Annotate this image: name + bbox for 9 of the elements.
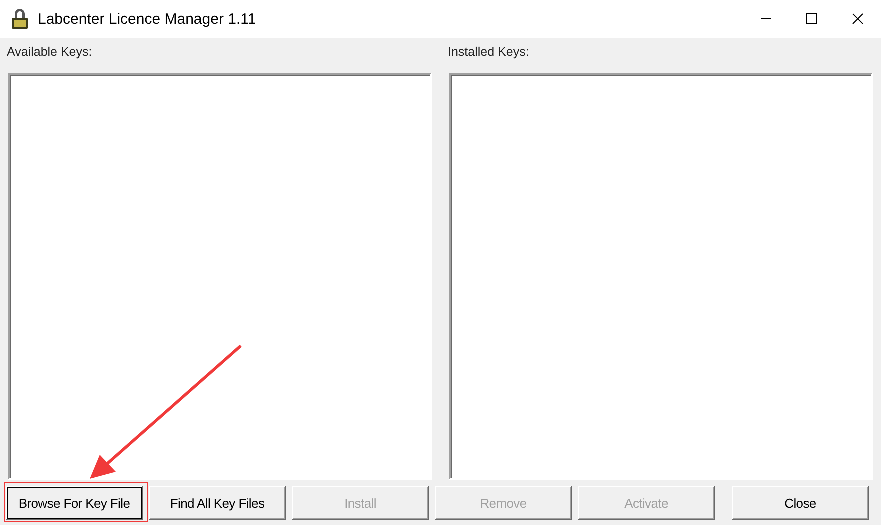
padlock-icon (10, 8, 30, 30)
action-button[interactable]: Close (732, 486, 869, 520)
window-title: Labcenter Licence Manager 1.11 (38, 10, 258, 28)
maximize-icon[interactable] (806, 13, 818, 25)
action-button[interactable]: Find All Key Files (149, 486, 286, 520)
list-label: Available Keys: (7, 44, 94, 61)
action-button[interactable]: Browse For Key File (6, 486, 143, 520)
close-icon[interactable] (852, 13, 864, 25)
list-label: Installed Keys: (448, 44, 530, 61)
